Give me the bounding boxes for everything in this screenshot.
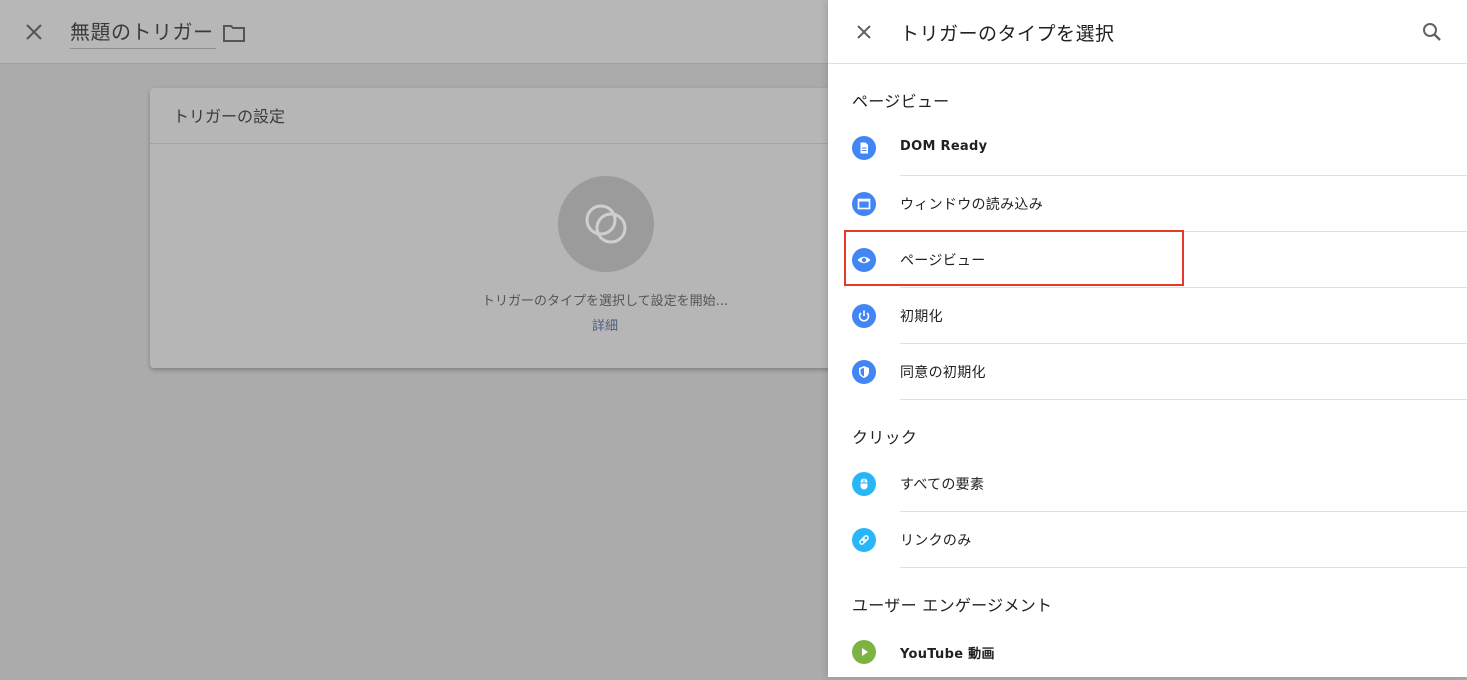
close-icon[interactable] (852, 20, 876, 44)
eye-icon (852, 248, 876, 272)
close-icon[interactable] (22, 20, 46, 44)
section-label-user-engagement: ユーザー エンゲージメント (852, 596, 1053, 615)
mouse-icon (852, 472, 876, 496)
trigger-config-card: トリガーの設定 トリガーのタイプを選択して設定を開始... 詳細 (150, 88, 870, 368)
divider (900, 567, 1467, 568)
panel-header: トリガーのタイプを選択 (828, 0, 1467, 64)
trigger-item-consent-initialization[interactable]: 同意の初期化 (828, 344, 1467, 400)
trigger-item-dom-ready[interactable]: DOM Ready (828, 120, 1467, 176)
search-icon[interactable] (1420, 20, 1444, 44)
panel-title: トリガーのタイプを選択 (900, 23, 1115, 45)
trigger-placeholder-icon[interactable] (558, 176, 654, 272)
trigger-type-panel: トリガーのタイプを選択 ページビュー DOM Ready ウィンドウの読み込み … (828, 0, 1467, 677)
trigger-item-label: ウィンドウの読み込み (900, 197, 1043, 213)
divider (900, 399, 1467, 400)
trigger-item-label: ページビュー (900, 253, 986, 269)
folder-icon[interactable] (222, 22, 246, 44)
window-icon (852, 192, 876, 216)
trigger-item-window-loaded[interactable]: ウィンドウの読み込み (828, 176, 1467, 232)
trigger-item-initialization[interactable]: 初期化 (828, 288, 1467, 344)
play-icon (852, 640, 876, 664)
trigger-item-all-elements[interactable]: すべての要素 (828, 456, 1467, 512)
link-icon (852, 528, 876, 552)
trigger-item-label: YouTube 動画 (900, 647, 995, 662)
card-divider (150, 143, 870, 144)
section-label-page-view: ページビュー (852, 92, 950, 111)
document-icon (852, 136, 876, 160)
card-title: トリガーの設定 (173, 107, 286, 126)
trigger-item-label: リンクのみ (900, 533, 972, 549)
trigger-item-label: すべての要素 (900, 477, 985, 493)
shield-icon (852, 360, 876, 384)
trigger-name-input[interactable]: 無題のトリガー (70, 17, 216, 49)
power-icon (852, 304, 876, 328)
trigger-item-just-links[interactable]: リンクのみ (828, 512, 1467, 568)
trigger-item-label: DOM Ready (900, 139, 988, 154)
trigger-item-youtube-video[interactable]: YouTube 動画 (828, 624, 1467, 680)
trigger-item-label: 初期化 (900, 309, 943, 325)
section-label-click: クリック (852, 428, 918, 447)
trigger-item-page-view[interactable]: ページビュー (828, 232, 1467, 288)
trigger-item-label: 同意の初期化 (900, 365, 986, 381)
